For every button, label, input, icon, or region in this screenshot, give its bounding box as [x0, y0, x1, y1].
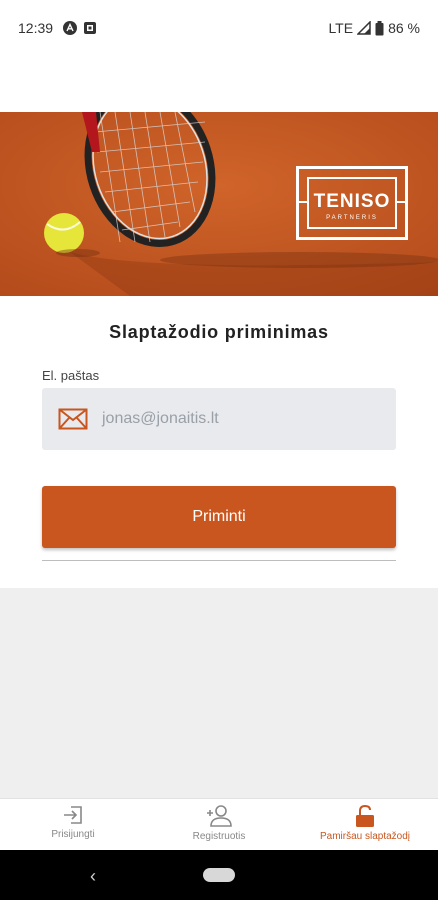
back-icon[interactable]: ‹ [90, 866, 96, 887]
app-header [0, 56, 438, 112]
unlock-icon [356, 805, 374, 827]
login-icon [64, 806, 82, 824]
bottom-navigation: Prisijungti Registruotis Pamiršau slapta… [0, 798, 438, 850]
battery-level: 86 % [388, 20, 420, 36]
remind-button[interactable]: Priminti [42, 486, 396, 548]
nav-label-forgot-password: Pamiršau slaptažodį [319, 831, 411, 842]
signal-icon [357, 21, 371, 35]
notification-a-icon [63, 21, 78, 35]
mail-icon [58, 408, 88, 430]
nav-item-register[interactable]: Registruotis [146, 799, 292, 850]
teniso-partneris-logo: TENISO PARTNERIS [296, 166, 408, 240]
email-label: El. paštas [42, 368, 100, 383]
email-field[interactable]: jonas@jonaitis.lt [42, 388, 396, 450]
network-type: LTE [328, 20, 354, 36]
home-pill[interactable] [203, 868, 235, 882]
page-title: Slaptažodio priminimas [109, 322, 329, 342]
logo-subtitle: PARTNERIS [326, 215, 378, 221]
email-placeholder: jonas@jonaitis.lt [102, 410, 219, 427]
nav-label-login: Prisijungti [51, 829, 95, 840]
battery-icon [375, 20, 384, 35]
divider [42, 560, 396, 561]
screenshot-icon [84, 22, 97, 34]
add-user-icon [207, 805, 232, 827]
logo-title: TENISO [313, 191, 391, 212]
nav-item-forgot-password[interactable]: Pamiršau slaptažodį [292, 799, 438, 850]
system-navigation-bar: ‹ [0, 850, 438, 900]
nav-label-register: Registruotis [192, 831, 246, 842]
status-time: 12:39 [18, 20, 54, 36]
nav-item-login[interactable]: Prisijungti [0, 799, 146, 850]
status-bar: 12:39 LTE 86 % [0, 0, 438, 56]
